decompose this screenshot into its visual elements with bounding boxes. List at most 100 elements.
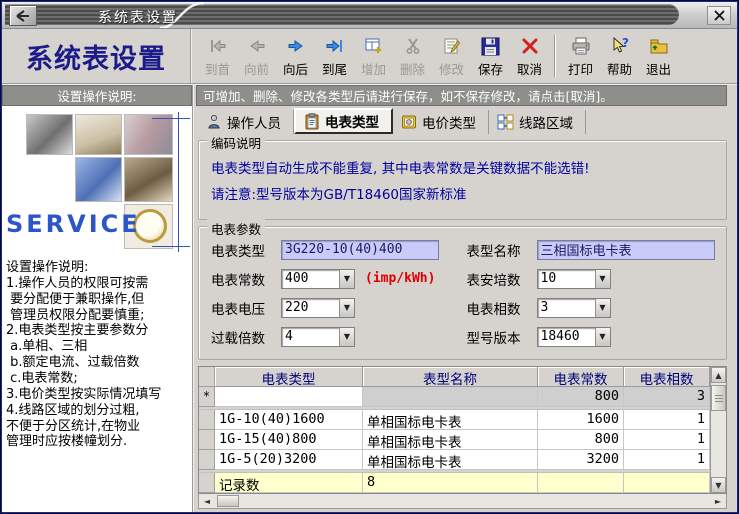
scroll-up-icon[interactable]: ▲	[711, 367, 726, 383]
field-meter-type: 电表类型	[207, 239, 463, 260]
save-button[interactable]: 保存	[471, 31, 510, 81]
field-label: 电表类型	[211, 243, 265, 260]
first-record-button: 到首	[198, 31, 237, 81]
combo-value: 220	[285, 299, 309, 315]
chevron-down-icon[interactable]: ▼	[339, 269, 354, 288]
model-version-select[interactable]: 18460 ▼	[536, 326, 611, 347]
close-button[interactable]	[707, 6, 731, 25]
photo-pen	[75, 114, 122, 155]
overload-select[interactable]: 4 ▼	[281, 326, 355, 347]
cell-meter-type[interactable]	[215, 387, 363, 407]
voltage-select[interactable]: 220 ▼	[281, 297, 355, 318]
meter-constant-select[interactable]: 400 ▼	[281, 268, 355, 289]
last-record-icon	[325, 34, 345, 58]
exit-icon	[649, 34, 669, 58]
record-count-label: 记录数	[215, 473, 363, 493]
table-row[interactable]: 1G-10(40)1600 单相国标电卡表 1600 1	[199, 410, 710, 430]
combo-value: 4	[285, 328, 293, 344]
toolbar-label: 取消	[516, 62, 542, 77]
scroll-track[interactable]	[711, 411, 726, 477]
cell-constant[interactable]: 800	[538, 387, 624, 407]
help-icon: ?	[610, 34, 630, 58]
add-record-button: 增加	[354, 31, 393, 81]
svg-text:?: ?	[622, 37, 629, 50]
tab-label: 线路区域	[519, 116, 573, 132]
column-header[interactable]: 电表相数	[624, 367, 710, 387]
scroll-track[interactable]	[239, 494, 710, 508]
scrollbar-thumb[interactable]	[217, 495, 239, 507]
field-ampere: 表安培数 10 ▼	[463, 268, 719, 289]
field-label: 表型名称	[466, 243, 521, 260]
cell-phases[interactable]: 1	[624, 410, 710, 430]
cell-phases[interactable]: 1	[624, 450, 710, 470]
tab-bar: 操作人员 电表类型 电价类型 线路区域	[196, 106, 737, 134]
meter-type-input[interactable]	[281, 239, 439, 260]
tab-meter-type[interactable]: 电表类型	[294, 108, 393, 134]
field-label: 电表电压	[211, 301, 265, 318]
phases-select[interactable]: 3 ▼	[536, 297, 611, 318]
column-header[interactable]: 电表常数	[538, 367, 624, 387]
row-selector[interactable]	[199, 430, 215, 450]
photo-keyboard	[75, 157, 122, 202]
cell-phases[interactable]: 3	[624, 387, 710, 407]
grid-header-row: 电表类型 表型名称 电表常数 电表相数	[199, 367, 710, 387]
grid-new-row[interactable]: * 800 3	[199, 387, 710, 407]
service-label: SERVICE	[6, 210, 141, 238]
cell-model-name[interactable]: 单相国标电卡表	[363, 410, 538, 430]
toolbar: 到首 向前 向后 到尾 增加 删除 修改 保存 取消 打印 ? 帮助 退出	[192, 29, 737, 83]
title-bar[interactable]: 系统表设置	[2, 2, 737, 29]
cell-model-name[interactable]	[363, 387, 538, 407]
scroll-left-icon[interactable]: ◄	[199, 494, 215, 508]
vertical-scrollbar[interactable]: ▲ ▼	[710, 367, 726, 493]
scroll-down-icon[interactable]: ▼	[711, 477, 726, 493]
row-selector[interactable]	[199, 450, 215, 470]
cell-meter-type[interactable]: 1G-5(20)3200	[215, 450, 363, 470]
chevron-down-icon[interactable]: ▼	[594, 298, 610, 317]
scrollbar-thumb[interactable]	[711, 385, 726, 411]
cell-constant[interactable]: 3200	[538, 450, 624, 470]
print-button[interactable]: 打印	[561, 31, 600, 81]
cell-meter-type[interactable]: 1G-10(40)1600	[215, 410, 363, 430]
chevron-down-icon[interactable]: ▼	[594, 269, 610, 288]
tab-label: 操作人员	[227, 116, 281, 132]
horizontal-scrollbar[interactable]: ◄ ►	[198, 494, 727, 509]
page-title: 系统表设置	[2, 29, 192, 83]
toolbar-label: 修改	[438, 62, 464, 77]
next-record-button[interactable]: 向后	[276, 31, 315, 81]
tab-price-type[interactable]: 电价类型	[393, 110, 489, 134]
delete-record-button: 删除	[393, 31, 432, 81]
cancel-button[interactable]: 取消	[510, 31, 549, 81]
cell-phases[interactable]: 1	[624, 430, 710, 450]
table-row[interactable]: 1G-15(40)800 单相国标电卡表 800 1	[199, 430, 710, 450]
service-collage-image: SERVICE	[2, 106, 192, 256]
tab-operators[interactable]: 操作人员	[198, 110, 294, 134]
model-name-input[interactable]	[536, 239, 715, 260]
sidebar-caption: 设置操作说明:	[2, 85, 192, 106]
constant-unit-label: (imp/kWh)	[365, 271, 436, 286]
chevron-down-icon[interactable]: ▼	[594, 327, 610, 346]
scroll-right-icon[interactable]: ►	[710, 494, 726, 508]
column-header[interactable]: 电表类型	[215, 367, 363, 387]
cell-model-name[interactable]: 单相国标电卡表	[363, 430, 538, 450]
row-selector[interactable]	[199, 410, 215, 430]
last-record-button[interactable]: 到尾	[315, 31, 354, 81]
content-area: 设置操作说明: SERVICE 设置操作说明: 1.操作人员的权限可按需 要分配…	[2, 85, 737, 512]
field-meter-constant: 电表常数 400 ▼ (imp/kWh)	[207, 268, 463, 289]
chevron-down-icon[interactable]: ▼	[339, 327, 354, 346]
meter-params-title: 电表参数	[207, 219, 266, 238]
cell-meter-type[interactable]: 1G-15(40)800	[215, 430, 363, 450]
price-type-icon	[402, 115, 416, 129]
cell-constant[interactable]: 1600	[538, 410, 624, 430]
ampere-select[interactable]: 10 ▼	[536, 268, 611, 289]
grid-body: 电表类型 表型名称 电表常数 电表相数 * 800 3 1G-10(40)160…	[199, 367, 710, 493]
chevron-down-icon[interactable]: ▼	[339, 298, 354, 317]
table-row[interactable]: 1G-5(20)3200 单相国标电卡表 3200 1	[199, 450, 710, 470]
cell-model-name[interactable]: 单相国标电卡表	[363, 450, 538, 470]
exit-button[interactable]: 退出	[639, 31, 678, 81]
column-header[interactable]: 表型名称	[363, 367, 538, 387]
tab-line-area[interactable]: 线路区域	[489, 110, 586, 134]
record-count-value: 8	[363, 473, 538, 493]
help-button[interactable]: ? 帮助	[600, 31, 639, 81]
cell-constant[interactable]: 800	[538, 430, 624, 450]
toolbar-label: 到首	[204, 62, 230, 77]
